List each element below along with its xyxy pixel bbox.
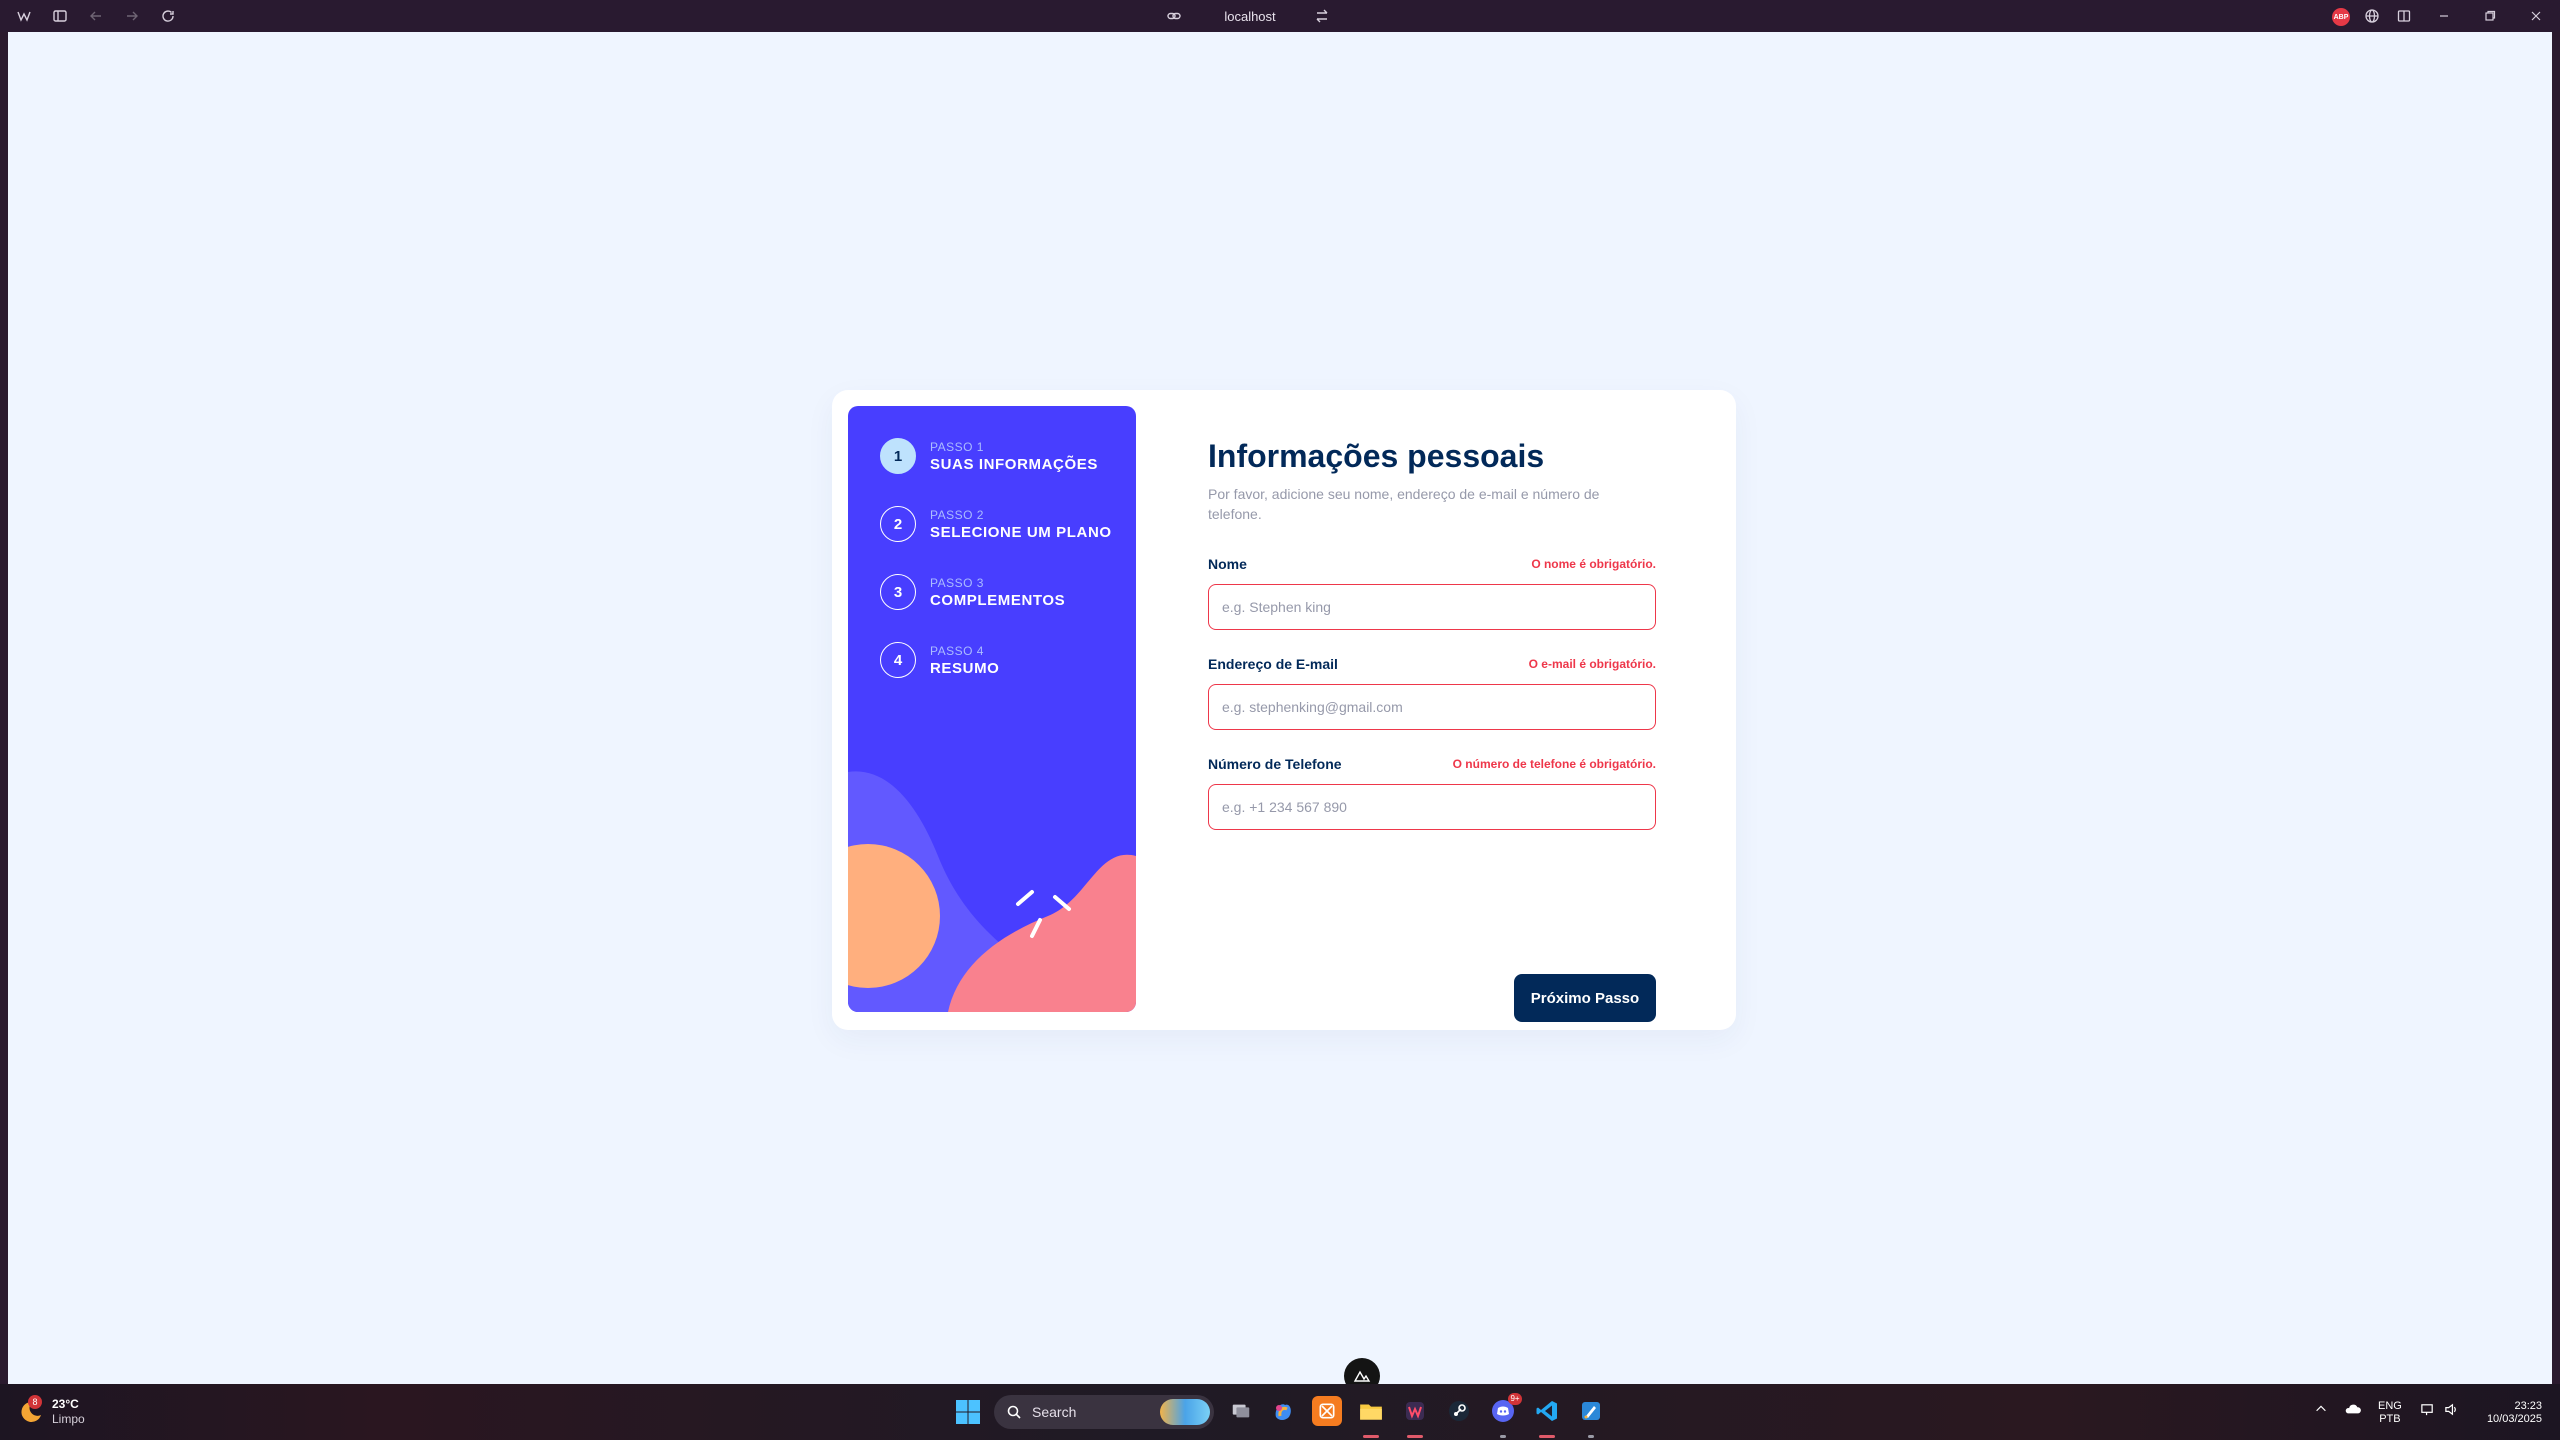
running-indicator [1588, 1435, 1594, 1438]
step-label: PASSO 3 [930, 575, 984, 590]
form-card: 1 PASSO 1 SUAS INFORMAÇÕES 2 PASSO 2 SEL… [832, 390, 1736, 1030]
sidebar-decoration [848, 771, 1136, 1012]
steps-sidebar: 1 PASSO 1 SUAS INFORMAÇÕES 2 PASSO 2 SEL… [848, 406, 1136, 1012]
weather-desc: Limpo [52, 1412, 85, 1426]
split-view-icon[interactable] [2394, 6, 2414, 26]
step-title: RESUMO [930, 659, 1000, 677]
search-highlight-image [1160, 1399, 1210, 1425]
swap-icon[interactable] [1312, 6, 1332, 26]
language-code: ENG [2378, 1400, 2402, 1412]
address-text: localhost [1224, 8, 1276, 24]
step-2[interactable]: 2 PASSO 2 SELECIONE UM PLANO [880, 504, 1112, 544]
step-title: SUAS INFORMAÇÕES [930, 455, 1098, 473]
browser-icon[interactable] [1400, 1396, 1430, 1426]
running-indicator [1539, 1435, 1555, 1438]
steam-icon[interactable] [1444, 1396, 1474, 1426]
weather-temp: 23°C [52, 1397, 79, 1411]
adblock-extension-icon[interactable]: ABP [2332, 8, 2350, 26]
globe-icon[interactable] [2362, 6, 2382, 26]
step-number: 3 [880, 574, 916, 610]
step-label: PASSO 1 [930, 439, 984, 454]
copilot-icon[interactable] [1268, 1396, 1298, 1426]
weather-badge: 8 [28, 1395, 42, 1409]
discord-badge: 9+ [1508, 1393, 1522, 1405]
windows-start-icon[interactable] [954, 1398, 982, 1426]
form-content: Informações pessoais Por favor, adicione… [1208, 430, 1656, 830]
phone-error: O número de telefone é obrigatório. [1452, 757, 1656, 771]
keyboard-layout: PTB [2379, 1413, 2401, 1425]
name-input[interactable] [1208, 584, 1656, 630]
email-label: Endereço de E-mail [1208, 656, 1338, 672]
step-label: PASSO 2 [930, 507, 984, 522]
paint-icon[interactable] [1576, 1396, 1606, 1426]
forward-icon[interactable] [122, 6, 142, 26]
step-4[interactable]: 4 PASSO 4 RESUMO [880, 640, 999, 680]
restore-icon[interactable] [2480, 6, 2500, 26]
windows-taskbar: 8 23°C Limpo Search 9+ ENG PTB 23:23 10/… [0, 1384, 2560, 1440]
email-field-group: Endereço de E-mail O e-mail é obrigatóri… [1208, 654, 1656, 730]
sidebar-toggle-icon[interactable] [50, 6, 70, 26]
volume-icon[interactable] [2444, 1402, 2459, 1422]
minimize-icon[interactable] [2434, 6, 2454, 26]
running-indicator [1407, 1435, 1423, 1438]
step-number: 2 [880, 506, 916, 542]
page-title: Informações pessoais [1208, 438, 1545, 474]
clock-date: 10/03/2025 [2486, 1413, 2542, 1425]
onedrive-icon[interactable] [2344, 1402, 2362, 1421]
discord-icon[interactable]: 9+ [1488, 1393, 1522, 1426]
task-view-icon[interactable] [1226, 1396, 1256, 1426]
running-indicator [1500, 1435, 1506, 1438]
phone-input[interactable] [1208, 784, 1656, 830]
email-error: O e-mail é obrigatório. [1528, 657, 1656, 671]
close-icon[interactable] [2526, 6, 2546, 26]
vscode-icon[interactable] [1532, 1396, 1562, 1426]
search-icon [1007, 1405, 1021, 1419]
chevron-up-icon[interactable] [2314, 1402, 2328, 1421]
phone-field-group: Número de Telefone O número de telefone … [1208, 754, 1656, 830]
step-label: PASSO 4 [930, 643, 984, 658]
weather-widget[interactable]: 8 23°C Limpo [18, 1395, 85, 1428]
taskbar-search[interactable]: Search [994, 1395, 1214, 1429]
step-1[interactable]: 1 PASSO 1 SUAS INFORMAÇÕES [880, 436, 1098, 476]
phone-label: Número de Telefone [1208, 756, 1342, 772]
email-input[interactable] [1208, 684, 1656, 730]
step-title: COMPLEMENTOS [930, 591, 1066, 609]
running-indicator [1363, 1435, 1379, 1438]
step-title: SELECIONE UM PLANO [930, 523, 1112, 541]
name-error: O nome é obrigatório. [1531, 557, 1656, 571]
network-icon[interactable] [2420, 1402, 2435, 1422]
step-number: 4 [880, 642, 916, 678]
search-label: Search [1032, 1404, 1077, 1420]
page-viewport: 1 PASSO 1 SUAS INFORMAÇÕES 2 PASSO 2 SEL… [8, 32, 2552, 1394]
system-clock[interactable]: 23:23 10/03/2025 [2470, 1400, 2542, 1426]
clock-time: 23:23 [2514, 1400, 2542, 1412]
page-subtitle: Por favor, adicione seu nome, endereço d… [1208, 486, 1600, 522]
language-indicator[interactable]: ENG PTB [2378, 1400, 2402, 1426]
name-label: Nome [1208, 556, 1247, 572]
browser-title-bar: localhost ABP [0, 0, 2560, 32]
app-menu-icon[interactable] [14, 6, 34, 26]
moon-weather-icon: 8 [18, 1395, 44, 1425]
name-field-group: Nome O nome é obrigatório. [1208, 554, 1656, 630]
next-step-button[interactable]: Próximo Passo [1514, 974, 1656, 1022]
file-explorer-icon[interactable] [1356, 1396, 1386, 1426]
reload-icon[interactable] [158, 6, 178, 26]
xampp-icon[interactable] [1312, 1396, 1342, 1426]
step-3[interactable]: 3 PASSO 3 COMPLEMENTOS [880, 572, 1065, 612]
step-number: 1 [880, 438, 916, 474]
back-icon[interactable] [86, 6, 106, 26]
